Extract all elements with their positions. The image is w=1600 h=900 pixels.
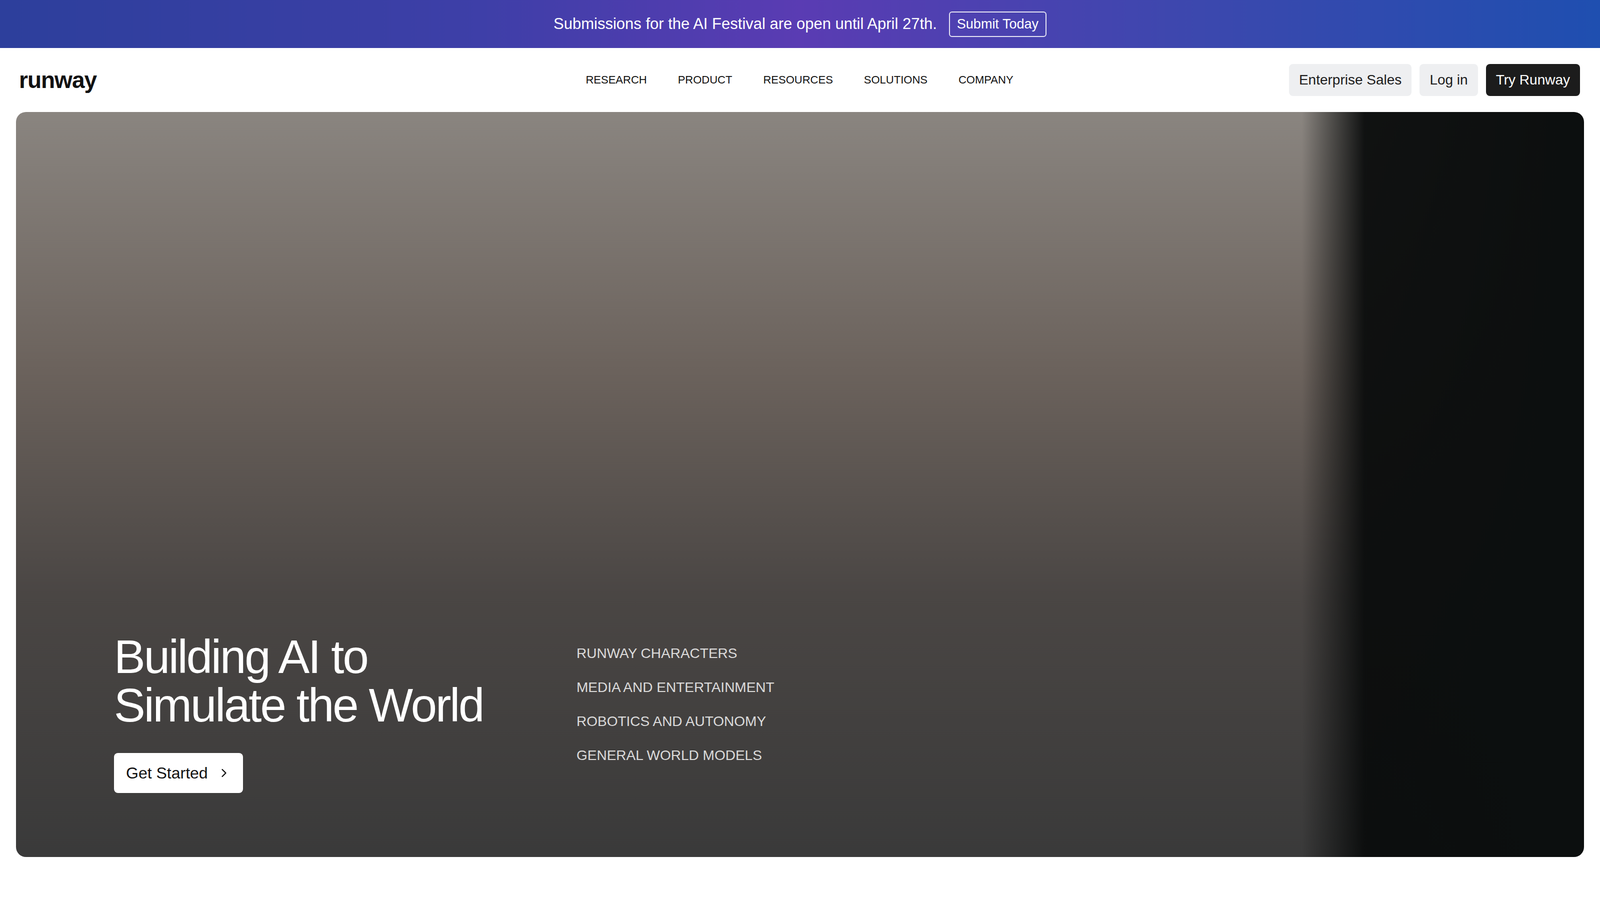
hero-title-column: Building AI toSimulate the World Get Star… <box>114 633 577 793</box>
hero-title: Building AI toSimulate the World <box>114 633 577 730</box>
hero: Building AI toSimulate the World Get Star… <box>16 112 1584 857</box>
category-item[interactable]: RUNWAY CHARACTERS <box>576 646 775 661</box>
get-started-button[interactable]: Get Started <box>114 753 243 793</box>
banner-text: Submissions for the AI Festival are open… <box>553 15 937 33</box>
nav-links: RESEARCH PRODUCT RESOURCES SOLUTIONS COMPANY <box>585 73 1013 87</box>
navbar: runwayRESEARCH PRODUCT RESOURCES SOLUTIONS C… <box>0 48 1600 112</box>
nav-action-button[interactable]: Try Runway <box>1486 64 1580 96</box>
nav-link[interactable]: PRODUCT <box>678 73 733 87</box>
nav-action-button[interactable]: Log in <box>1419 64 1478 96</box>
hero-title-line: Simulate the World <box>114 681 577 730</box>
chevron-right-icon <box>217 766 231 780</box>
nav-link[interactable]: COMPANY <box>958 73 1014 87</box>
logo[interactable]: runway <box>19 66 586 94</box>
hero-title-line: Building AI to <box>114 633 577 682</box>
nav-action-button[interactable]: Enterprise Sales <box>1289 64 1412 96</box>
category-item[interactable]: ROBOTICS AND AUTONOMY <box>576 714 775 729</box>
announcement-banner: Submissions for the AI Festival are open… <box>0 0 1600 48</box>
category-list: RUNWAY CHARACTERS MEDIA AND ENTERTAINMENT… <box>576 646 775 763</box>
category-item[interactable]: MEDIA AND ENTERTAINMENT <box>576 680 775 695</box>
nav-link[interactable]: RESEARCH <box>585 73 647 87</box>
nav-link[interactable]: SOLUTIONS <box>864 73 928 87</box>
page: Submissions for the AI Festival are open… <box>0 0 1600 900</box>
submit-button[interactable]: Submit Today <box>949 11 1047 37</box>
nav-actions: Enterprise SalesLog inTry Runway <box>1013 64 1580 96</box>
nav-link[interactable]: RESOURCES <box>763 73 833 87</box>
category-item[interactable]: GENERAL WORLD MODELS <box>576 748 775 763</box>
hero-content: Building AI toSimulate the World Get Star… <box>114 633 775 793</box>
